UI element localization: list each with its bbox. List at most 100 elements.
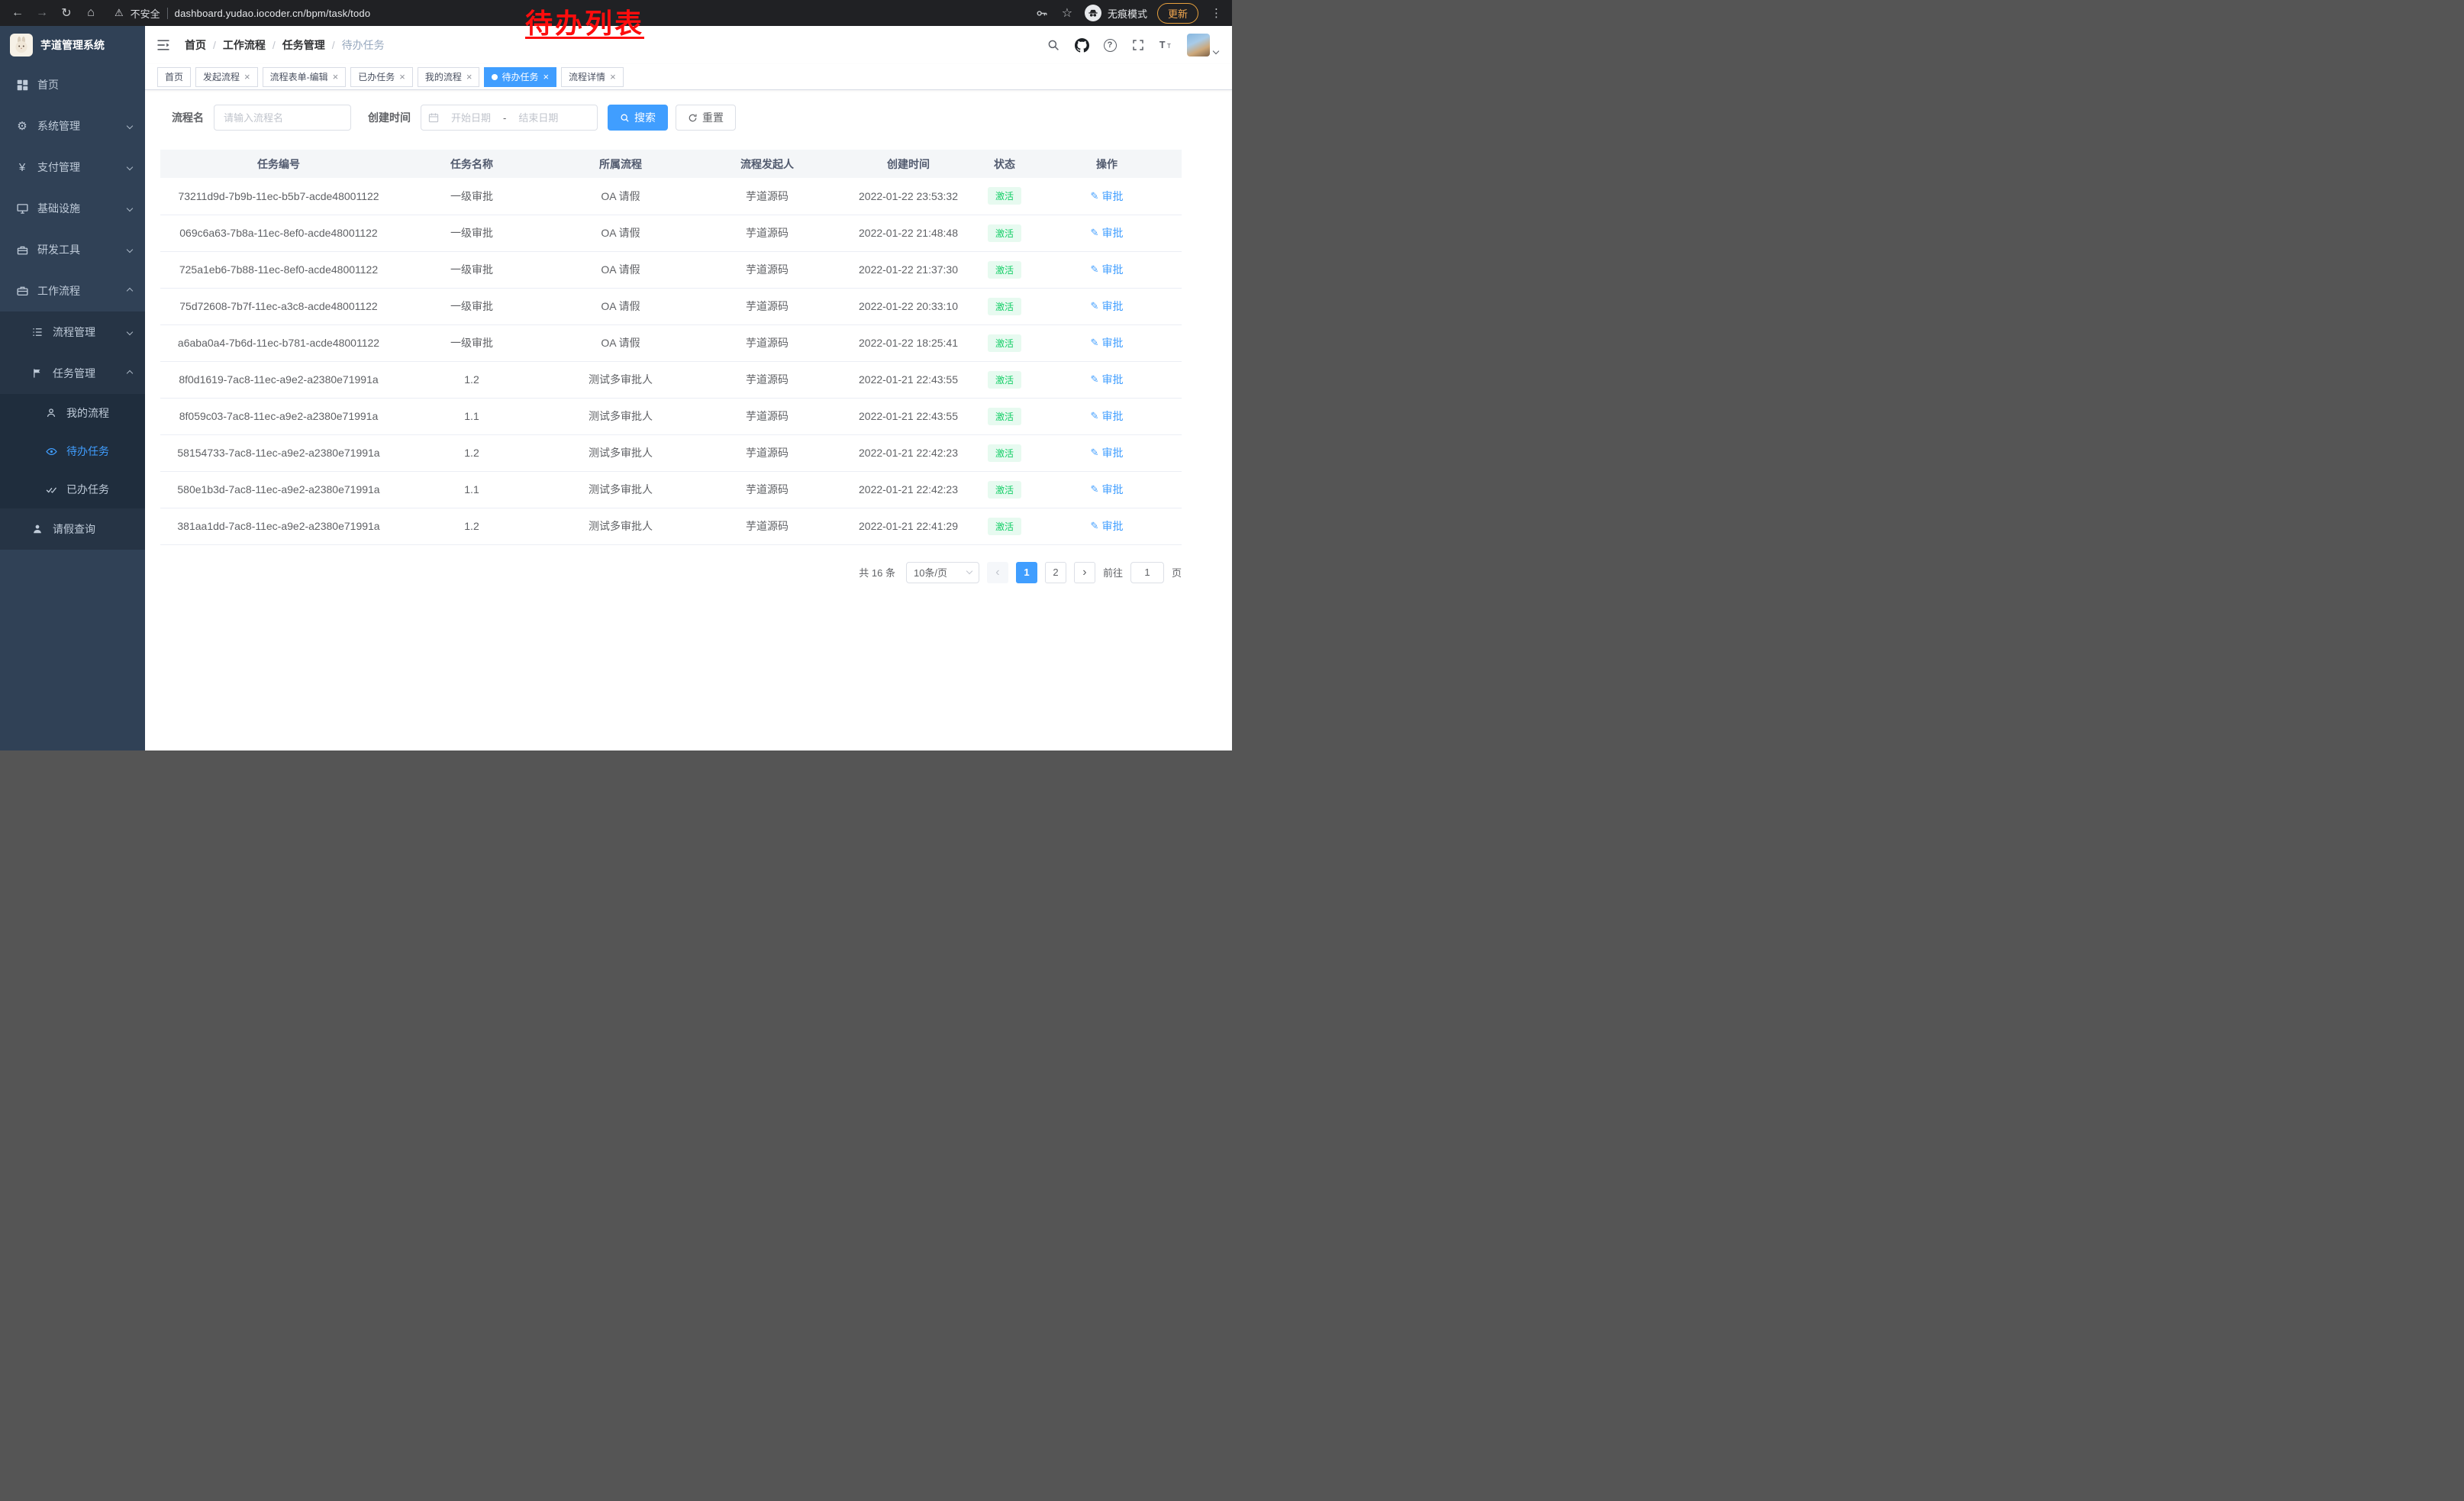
sidebar-item-workflow[interactable]: 工作流程 xyxy=(0,270,145,311)
search-button-label: 搜索 xyxy=(634,110,656,125)
help-icon[interactable]: ? xyxy=(1102,37,1118,53)
github-icon[interactable] xyxy=(1074,37,1089,53)
approve-link[interactable]: ✎审批 xyxy=(1091,262,1124,277)
sidebar-item-todo-tasks[interactable]: 待办任务 xyxy=(0,432,145,470)
sidebar-item-task-mgmt[interactable]: 任务管理 xyxy=(0,353,145,394)
sidebar-item-label: 流程管理 xyxy=(53,324,95,340)
page-size-select[interactable]: 10条/页 xyxy=(906,562,979,583)
password-key-icon[interactable] xyxy=(1034,5,1050,21)
close-icon[interactable]: × xyxy=(466,72,472,82)
sidebar-item-done-tasks[interactable]: 已办任务 xyxy=(0,470,145,508)
close-icon[interactable]: × xyxy=(543,72,549,82)
approve-link[interactable]: ✎审批 xyxy=(1091,408,1124,424)
annotation-text: 待办列表 xyxy=(525,2,644,41)
user-menu[interactable] xyxy=(1187,34,1218,56)
approve-link[interactable]: ✎审批 xyxy=(1091,482,1124,497)
breadcrumb-home[interactable]: 首页 xyxy=(185,37,206,53)
cell-actions: ✎审批 xyxy=(1032,215,1182,251)
approve-link[interactable]: ✎审批 xyxy=(1091,372,1124,387)
screen: ← → ↻ ⌂ ⚠ 不安全 dashboard.yudao.iocoder.cn… xyxy=(0,0,1232,750)
status-badge: 激活 xyxy=(988,371,1021,389)
update-button[interactable]: 更新 xyxy=(1157,3,1198,24)
sidebar-item-label: 请假查询 xyxy=(53,521,95,537)
tab-process-detail[interactable]: 流程详情× xyxy=(561,67,624,87)
briefcase-icon xyxy=(15,286,29,297)
tab-label: 首页 xyxy=(165,70,183,83)
goto-page-input[interactable] xyxy=(1130,562,1164,583)
warning-icon: ⚠ xyxy=(114,7,124,19)
question-mark: ? xyxy=(1104,39,1117,52)
cell-task-name: 一级审批 xyxy=(397,324,547,361)
approve-link[interactable]: ✎审批 xyxy=(1091,299,1124,314)
search-button[interactable]: 搜索 xyxy=(608,105,668,131)
date-range-picker[interactable]: - xyxy=(421,105,598,131)
topbar-actions: ? TT xyxy=(1046,34,1218,56)
table-row: 73211d9d-7b9b-11ec-b5b7-acde48001122 一级审… xyxy=(160,178,1182,215)
approve-link[interactable]: ✎审批 xyxy=(1091,335,1124,350)
col-process: 所属流程 xyxy=(547,150,695,178)
process-name-input[interactable] xyxy=(214,105,351,131)
home-icon[interactable]: ⌂ xyxy=(81,3,101,23)
sidebar-item-system[interactable]: ⚙ 系统管理 xyxy=(0,105,145,147)
approve-link[interactable]: ✎审批 xyxy=(1091,225,1124,240)
cell-status: 激活 xyxy=(977,178,1032,215)
tab-home[interactable]: 首页 xyxy=(157,67,191,87)
app-logo[interactable]: 芋道管理系统 xyxy=(0,26,145,64)
bookmark-star-icon[interactable]: ☆ xyxy=(1059,5,1075,21)
close-icon[interactable]: × xyxy=(610,72,616,82)
search-icon[interactable] xyxy=(1046,37,1061,53)
back-icon[interactable]: ← xyxy=(8,3,27,23)
cell-task-id: a6aba0a4-7b6d-11ec-b781-acde48001122 xyxy=(160,324,397,361)
next-page-button[interactable]: › xyxy=(1074,562,1095,583)
status-badge: 激活 xyxy=(988,481,1021,499)
approve-link[interactable]: ✎审批 xyxy=(1091,518,1124,534)
tab-todo-tasks[interactable]: 待办任务× xyxy=(484,67,556,87)
collapse-sidebar-icon[interactable] xyxy=(156,37,173,53)
cell-initiator: 芋道源码 xyxy=(695,361,840,398)
close-icon[interactable]: × xyxy=(244,72,250,82)
breadcrumb-task-mgmt[interactable]: 任务管理 xyxy=(282,37,325,53)
cell-process: 测试多审批人 xyxy=(547,508,695,544)
breadcrumb-workflow[interactable]: 工作流程 xyxy=(223,37,266,53)
status-badge: 激活 xyxy=(988,224,1021,242)
chevron-up-icon xyxy=(127,288,133,294)
kebab-menu-icon[interactable]: ⋮ xyxy=(1208,6,1224,20)
sidebar-item-my-processes[interactable]: 我的流程 xyxy=(0,394,145,432)
sidebar-item-leave-query[interactable]: 请假查询 xyxy=(0,508,145,550)
page-2-button[interactable]: 2 xyxy=(1045,562,1066,583)
forward-icon[interactable]: → xyxy=(32,3,52,23)
chevron-down-icon xyxy=(127,123,133,129)
status-badge: 激活 xyxy=(988,261,1021,279)
page-1-button[interactable]: 1 xyxy=(1016,562,1037,583)
end-date-input[interactable] xyxy=(509,112,567,124)
cell-created: 2022-01-21 22:43:55 xyxy=(840,398,977,434)
table-row: a6aba0a4-7b6d-11ec-b781-acde48001122 一级审… xyxy=(160,324,1182,361)
cell-created: 2022-01-21 22:43:55 xyxy=(840,361,977,398)
approve-link[interactable]: ✎审批 xyxy=(1091,445,1124,460)
tab-done-tasks[interactable]: 已办任务× xyxy=(350,67,413,87)
reload-icon[interactable]: ↻ xyxy=(56,3,76,23)
tab-form-edit[interactable]: 流程表单-编辑× xyxy=(263,67,347,87)
tab-start-process[interactable]: 发起流程× xyxy=(195,67,258,87)
address-bar[interactable]: ⚠ 不安全 dashboard.yudao.iocoder.cn/bpm/tas… xyxy=(114,6,370,21)
cell-actions: ✎审批 xyxy=(1032,434,1182,471)
sidebar-item-infra[interactable]: 基础设施 xyxy=(0,188,145,229)
status-badge: 激活 xyxy=(988,298,1021,315)
prev-page-button[interactable]: ‹ xyxy=(987,562,1008,583)
status-badge: 激活 xyxy=(988,444,1021,462)
sidebar-item-devtools[interactable]: 研发工具 xyxy=(0,229,145,270)
start-date-input[interactable] xyxy=(442,112,500,124)
sidebar-item-payment[interactable]: ¥ 支付管理 xyxy=(0,147,145,188)
cell-initiator: 芋道源码 xyxy=(695,398,840,434)
fullscreen-icon[interactable] xyxy=(1130,37,1146,53)
reset-button[interactable]: 重置 xyxy=(676,105,736,131)
close-icon[interactable]: × xyxy=(333,72,339,82)
font-size-icon[interactable]: TT xyxy=(1159,37,1174,53)
sidebar-item-process-mgmt[interactable]: 流程管理 xyxy=(0,311,145,353)
tab-my-processes[interactable]: 我的流程× xyxy=(418,67,480,87)
cell-actions: ✎审批 xyxy=(1032,471,1182,508)
sidebar-item-home[interactable]: 首页 xyxy=(0,64,145,105)
workflow-submenu: 流程管理 任务管理 我的流程 xyxy=(0,311,145,550)
close-icon[interactable]: × xyxy=(399,72,405,82)
approve-link[interactable]: ✎审批 xyxy=(1091,189,1124,204)
